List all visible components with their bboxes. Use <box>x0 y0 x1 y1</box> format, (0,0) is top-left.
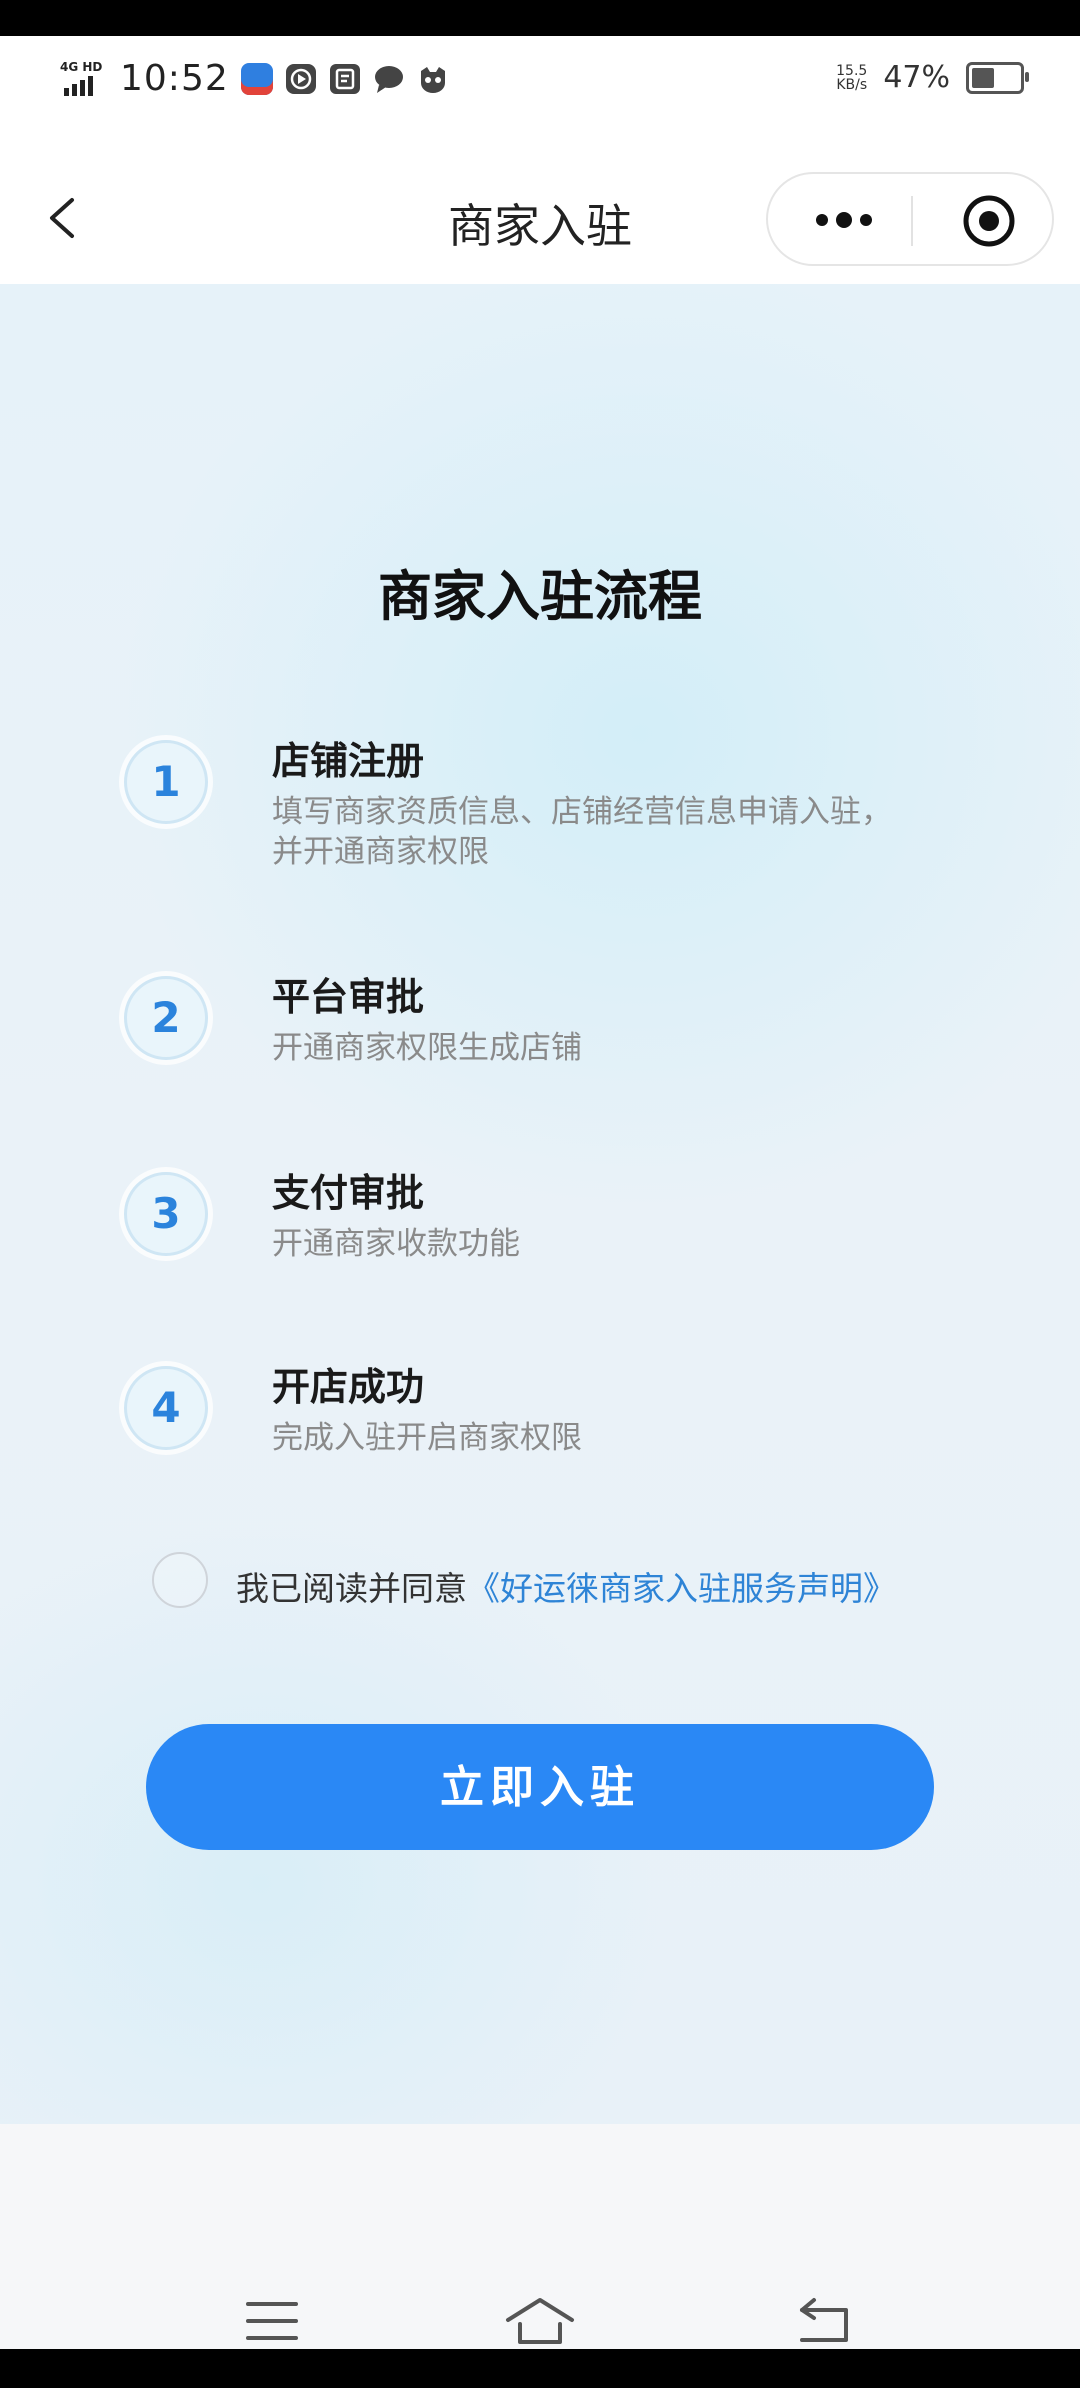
cat-icon <box>417 63 449 95</box>
target-icon[interactable] <box>962 194 1016 248</box>
mini-program-capsule <box>766 172 1054 266</box>
signal-icon: 4G HD <box>60 59 108 96</box>
step-number-badge: 1 <box>124 740 208 824</box>
network-speed: 15.5 KB/s <box>836 64 867 92</box>
step-number-badge: 3 <box>124 1172 208 1256</box>
step-number-badge: 4 <box>124 1366 208 1450</box>
step-description: 开通商家收款功能 <box>272 1226 520 1262</box>
content-area: 商家入驻流程 1 店铺注册 填写商家资质信息、店铺经营信息申请入驻，并开通商家权… <box>0 284 1080 2124</box>
step-title: 开店成功 <box>272 1365 425 1409</box>
step-number-badge: 2 <box>124 976 208 1060</box>
app-icon-blue <box>240 62 273 95</box>
process-title: 商家入驻流程 <box>378 565 702 628</box>
agreement-row: 我已阅读并同意《好运徕商家入驻服务声明》 <box>152 1552 952 1612</box>
network-label: 4G HD <box>60 59 103 74</box>
system-nav-bar <box>0 2276 1080 2349</box>
agreement-link[interactable]: 《好运徕商家入驻服务声明》 <box>467 1569 896 1608</box>
status-left: 4G HD 10:52 <box>60 58 449 99</box>
network-speed-value: 15.5 <box>836 62 868 79</box>
network-speed-unit: KB/s <box>836 76 868 93</box>
status-bar: 4G HD 10:52 15.5 KB/s 47% <box>0 36 1080 154</box>
screen: 4G HD 10:52 15.5 KB/s 47% 商家入驻 商家入驻流程 1 … <box>0 36 1080 2349</box>
battery-percent: 47% <box>883 60 950 95</box>
step-description: 开通商家权限生成店铺 <box>272 1030 582 1066</box>
menu-icon[interactable] <box>246 2296 298 2349</box>
status-right: 15.5 KB/s 47% <box>836 60 1029 95</box>
home-icon[interactable] <box>504 2296 576 2349</box>
agreement-checkbox[interactable] <box>152 1552 208 1608</box>
step-description: 完成入驻开启商家权限 <box>272 1420 582 1456</box>
battery-icon <box>966 61 1029 94</box>
note-icon <box>329 63 361 95</box>
battery-fill <box>972 67 994 88</box>
agreement-text: 我已阅读并同意《好运徕商家入驻服务声明》 <box>236 1562 896 1610</box>
step-title: 店铺注册 <box>272 739 425 783</box>
step-description: 填写商家资质信息、店铺经营信息申请入驻，并开通商家权限 <box>272 794 892 870</box>
join-now-button[interactable]: 立即入驻 <box>146 1724 934 1850</box>
status-time: 10:52 <box>120 58 229 99</box>
capsule-divider <box>911 196 913 246</box>
play-icon <box>285 63 317 95</box>
step-title: 支付审批 <box>272 1171 425 1215</box>
back-icon[interactable] <box>796 2296 852 2349</box>
agreement-prefix: 我已阅读并同意 <box>236 1569 467 1608</box>
nav-bar: 商家入驻 <box>0 154 1080 284</box>
more-dots-icon[interactable] <box>814 212 874 228</box>
chat-icon <box>373 63 405 95</box>
step-title: 平台审批 <box>272 975 425 1019</box>
